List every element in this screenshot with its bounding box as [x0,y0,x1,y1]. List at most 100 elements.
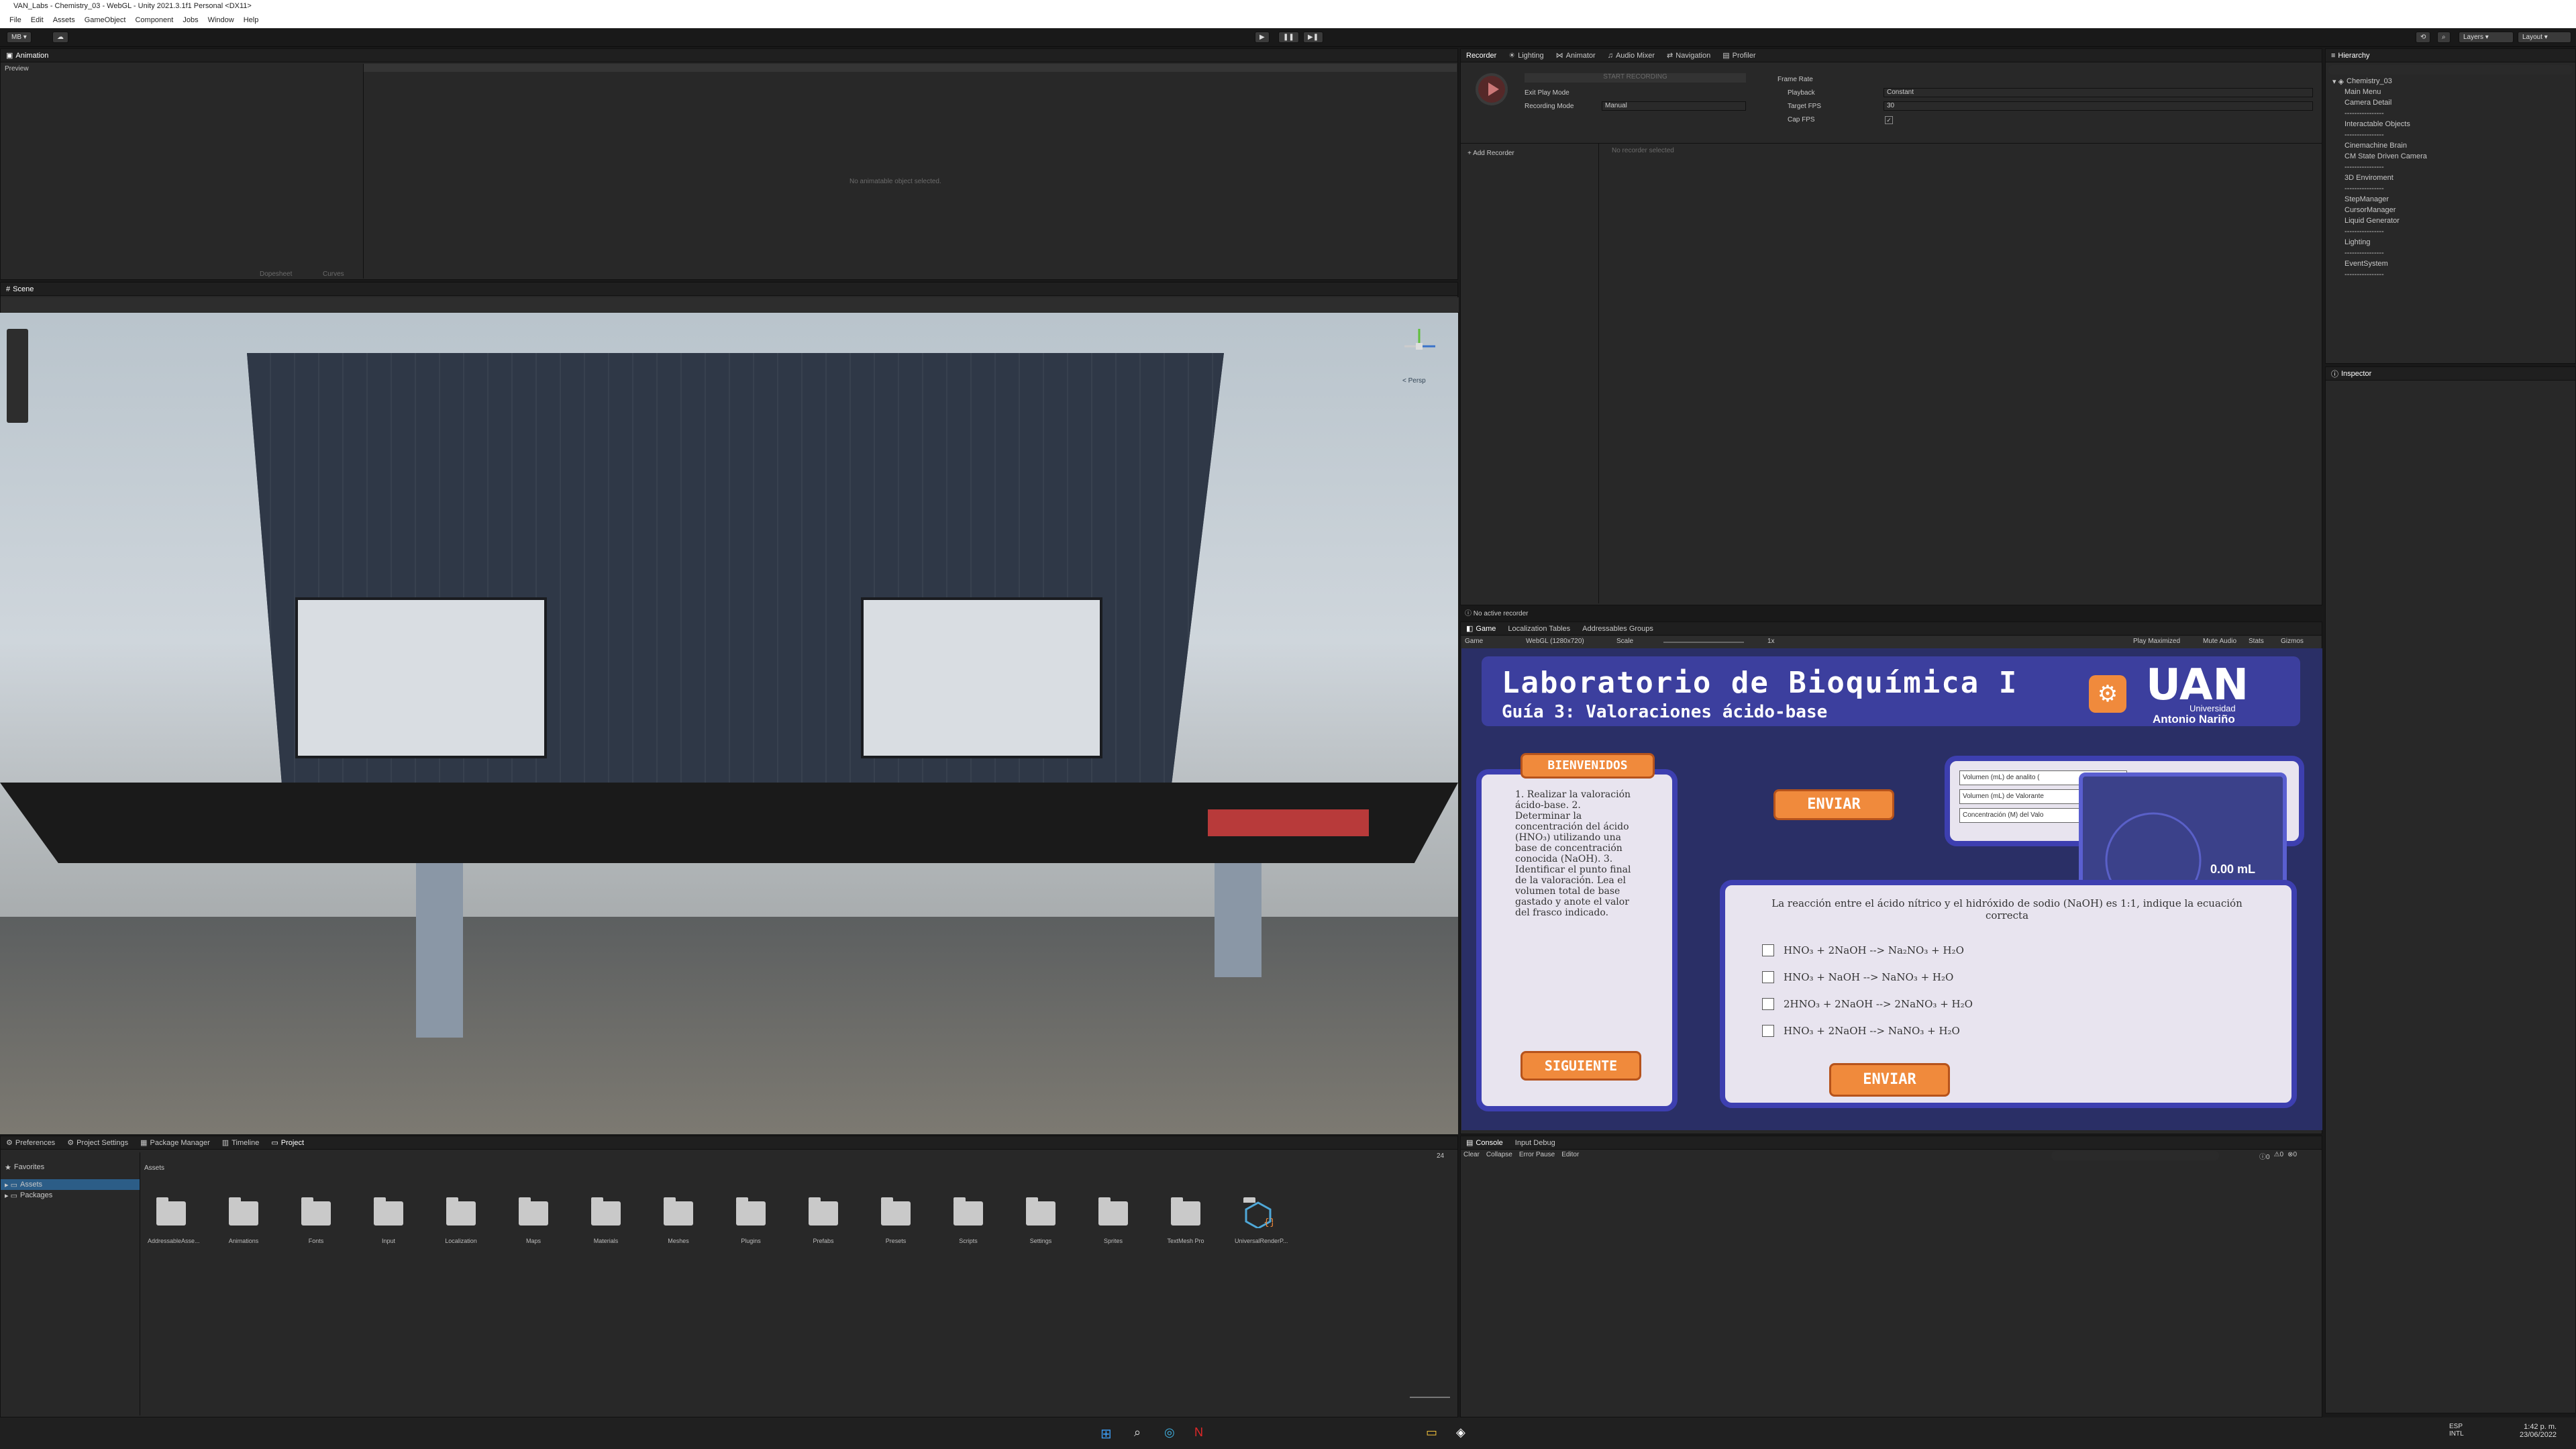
info-count[interactable]: ⓘ0 [2259,1151,2270,1161]
tab-lighting[interactable]: ☀ Lighting [1508,51,1543,60]
folder-item[interactable]: Meshes [655,1197,702,1244]
clock[interactable]: 1:42 p. m. 23/06/2022 [2520,1423,2557,1439]
tab-dopesheet[interactable]: Dopesheet [260,270,292,278]
tab-timeline[interactable]: ▥ Timeline [222,1138,260,1148]
list-item[interactable]: ---------------- [2332,130,2574,140]
answer-checkbox[interactable] [1762,971,1774,983]
step-button[interactable]: ▶❚ [1303,32,1324,43]
tab-project-settings[interactable]: ⚙ Project Settings [67,1138,128,1148]
record-button[interactable] [1476,73,1508,105]
tab-hierarchy[interactable]: ≡ Hierarchy [2331,52,2370,60]
list-item[interactable]: 3D Enviroment [2332,172,2574,183]
history-icon[interactable]: ⟲ [2416,32,2431,43]
add-recorder-button[interactable]: + Add Recorder [1467,150,1514,157]
list-item[interactable]: ---------------- [2332,226,2574,237]
sidebar-item-assets[interactable]: ▸ ▭ Assets [1,1179,140,1190]
editor-dropdown[interactable]: Editor [1561,1151,1579,1158]
tool-palette[interactable] [7,329,28,423]
siguiente-button[interactable]: SIGUIENTE [1521,1051,1641,1081]
menu-edit[interactable]: Edit [31,16,44,26]
warning-count[interactable]: ⚠0 [2274,1151,2284,1161]
tab-inspector[interactable]: ⓘ Inspector [2331,368,2371,379]
account-button[interactable]: MB ▾ [7,32,32,43]
gizmos-dropdown[interactable]: Gizmos [2281,638,2304,645]
preview-toggle[interactable]: Preview [5,65,29,72]
language-indicator[interactable]: ESP INTL [2449,1423,2464,1438]
tab-localization-tables[interactable]: Localization Tables [1508,625,1570,633]
list-item[interactable]: ---------------- [2332,162,2574,172]
tab-addressables-groups[interactable]: Addressables Groups [1582,625,1653,633]
list-item[interactable]: ---------------- [2332,183,2574,194]
list-item[interactable]: CursorManager [2332,205,2574,215]
menu-file[interactable]: File [9,16,21,26]
list-item[interactable]: Cinemachine Brain [2332,140,2574,151]
settings-gear-icon[interactable]: ⚙ [2089,675,2126,713]
console-search-input[interactable] [2051,1151,2219,1160]
list-item[interactable]: Main Menu [2332,87,2574,97]
folder-item[interactable]: Prefabs [800,1197,847,1244]
recording-mode-dropdown[interactable]: Manual [1602,101,1746,111]
play-maximized-toggle[interactable]: Play Maximized [2133,638,2180,645]
menu-window[interactable]: Window [208,16,234,26]
menu-component[interactable]: Component [135,16,173,26]
answer-option[interactable]: HNO₃ + 2NaOH --> NaNO₃ + H₂O [1762,1025,1960,1037]
menu-assets[interactable]: Assets [53,16,75,26]
tab-audio-mixer[interactable]: ♫ Audio Mixer [1608,52,1655,60]
folder-item[interactable]: Animations [220,1197,267,1244]
cloud-icon[interactable]: ☁ [52,32,68,43]
search-icon[interactable]: ⌕ [2437,32,2451,43]
breadcrumb[interactable]: Assets [144,1164,164,1172]
tab-game[interactable]: ◧ Game [1466,624,1496,634]
sidebar-item-favorites[interactable]: ★ Favorites [1,1162,140,1172]
tab-console[interactable]: ▤ Console [1466,1138,1503,1148]
tab-navigation[interactable]: ⇄ Navigation [1667,51,1710,60]
game-viewport[interactable]: Laboratorio de Bioquímica I Guía 3: Valo… [1461,648,2322,1130]
folder-item[interactable]: Presets [872,1197,919,1244]
menu-jobs[interactable]: Jobs [183,16,198,26]
error-pause-button[interactable]: Error Pause [1519,1151,1555,1158]
hierarchy-root[interactable]: ▾ ◈ Chemistry_03 [2332,76,2574,87]
collapse-button[interactable]: Collapse [1486,1151,1512,1158]
layers-dropdown[interactable]: Layers ▾ [2459,32,2514,43]
layout-dropdown[interactable]: Layout ▾ [2518,32,2571,43]
tab-package-manager[interactable]: ▦ Package Manager [140,1138,210,1148]
answer-option[interactable]: 2HNO₃ + 2NaOH --> 2NaNO₃ + H₂O [1762,998,1973,1010]
tab-preferences[interactable]: ⚙ Preferences [6,1138,55,1148]
folder-item[interactable]: TextMesh Pro [1162,1197,1209,1244]
tab-project[interactable]: ▭ Project [271,1138,304,1148]
icon-size-slider[interactable] [1410,1397,1450,1398]
answer-checkbox[interactable] [1762,944,1774,956]
timeline-ruler[interactable] [363,64,1457,72]
hierarchy-search-input[interactable] [2328,65,2573,74]
folder-item[interactable]: Scripts [945,1197,992,1244]
tab-recorder[interactable]: Recorder [1466,52,1496,60]
folder-item[interactable]: Fonts [293,1197,340,1244]
folder-item[interactable]: Plugins [727,1197,774,1244]
error-count[interactable]: ⊗0 [2287,1151,2297,1161]
list-item[interactable]: ---------------- [2332,248,2574,258]
answer-option[interactable]: HNO₃ + 2NaOH --> Na₂NO₃ + H₂O [1762,944,1964,956]
resolution-dropdown[interactable]: WebGL (1280x720) [1526,638,1584,645]
list-item[interactable]: ---------------- [2332,108,2574,119]
target-fps-dropdown[interactable]: 30 [1884,101,2313,111]
folder-item[interactable]: Sprites [1090,1197,1137,1244]
list-item[interactable]: EventSystem [2332,258,2574,269]
answer-option[interactable]: HNO₃ + NaOH --> NaNO₃ + H₂O [1762,971,1953,983]
edge-icon[interactable]: ◎ [1164,1426,1175,1440]
clear-button[interactable]: Clear [1463,1151,1480,1158]
folder-item[interactable]: Materials [582,1197,629,1244]
folder-item[interactable]: Settings [1017,1197,1064,1244]
enviar-button-top[interactable]: ENVIAR [1773,789,1894,820]
pause-button[interactable]: ❚❚ [1278,32,1299,43]
mute-audio-toggle[interactable]: Mute Audio [2203,638,2236,645]
enviar-button-bottom[interactable]: ENVIAR [1829,1063,1950,1097]
file-explorer-icon[interactable]: ▭ [1426,1426,1437,1440]
folder-item[interactable]: Maps [510,1197,557,1244]
sidebar-item-packages[interactable]: ▸ ▭ Packages [1,1190,140,1201]
unity-icon[interactable]: ◈ [1456,1426,1465,1440]
scale-slider[interactable] [1663,642,1744,643]
scene-viewport[interactable]: < Persp [0,313,1458,1134]
list-item[interactable]: Interactable Objects [2332,119,2574,130]
list-item[interactable]: CM State Driven Camera [2332,151,2574,162]
list-item[interactable]: Liquid Generator [2332,215,2574,226]
